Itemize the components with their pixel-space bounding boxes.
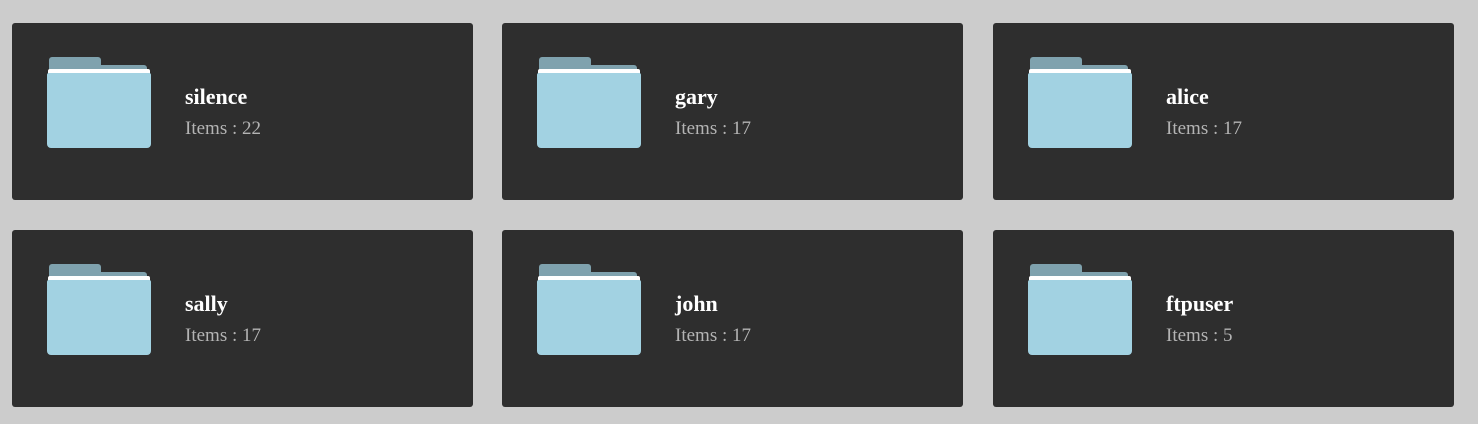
folder-icon (47, 264, 151, 355)
folder-icon (47, 57, 151, 148)
folder-name: sally (185, 291, 228, 316)
folder-icon (537, 57, 641, 148)
folder-item-count: Items : 17 (675, 118, 751, 139)
folder-name: john (675, 291, 718, 316)
folder-item-count: Items : 17 (675, 325, 751, 346)
folder-item-count: Items : 5 (1166, 325, 1233, 346)
folder-name: gary (675, 84, 718, 109)
folder-icon (1028, 57, 1132, 148)
folder-card-sally[interactable]: sally Items : 17 (12, 230, 473, 407)
folder-name: silence (185, 84, 248, 109)
folder-item-count: Items : 22 (185, 118, 261, 139)
folder-card-john[interactable]: john Items : 17 (502, 230, 963, 407)
folder-icon (1028, 264, 1132, 355)
folder-card-alice[interactable]: alice Items : 17 (993, 23, 1454, 200)
folder-name: alice (1166, 84, 1209, 109)
folder-item-count: Items : 17 (1166, 118, 1242, 139)
folder-grid: silence Items : 22 gary Items : 17 alice… (0, 0, 1478, 424)
folder-card-ftpuser[interactable]: ftpuser Items : 5 (993, 230, 1454, 407)
folder-item-count: Items : 17 (185, 325, 261, 346)
folder-card-silence[interactable]: silence Items : 22 (12, 23, 473, 200)
folder-name: ftpuser (1166, 291, 1234, 316)
folder-icon (537, 264, 641, 355)
folder-card-gary[interactable]: gary Items : 17 (502, 23, 963, 200)
